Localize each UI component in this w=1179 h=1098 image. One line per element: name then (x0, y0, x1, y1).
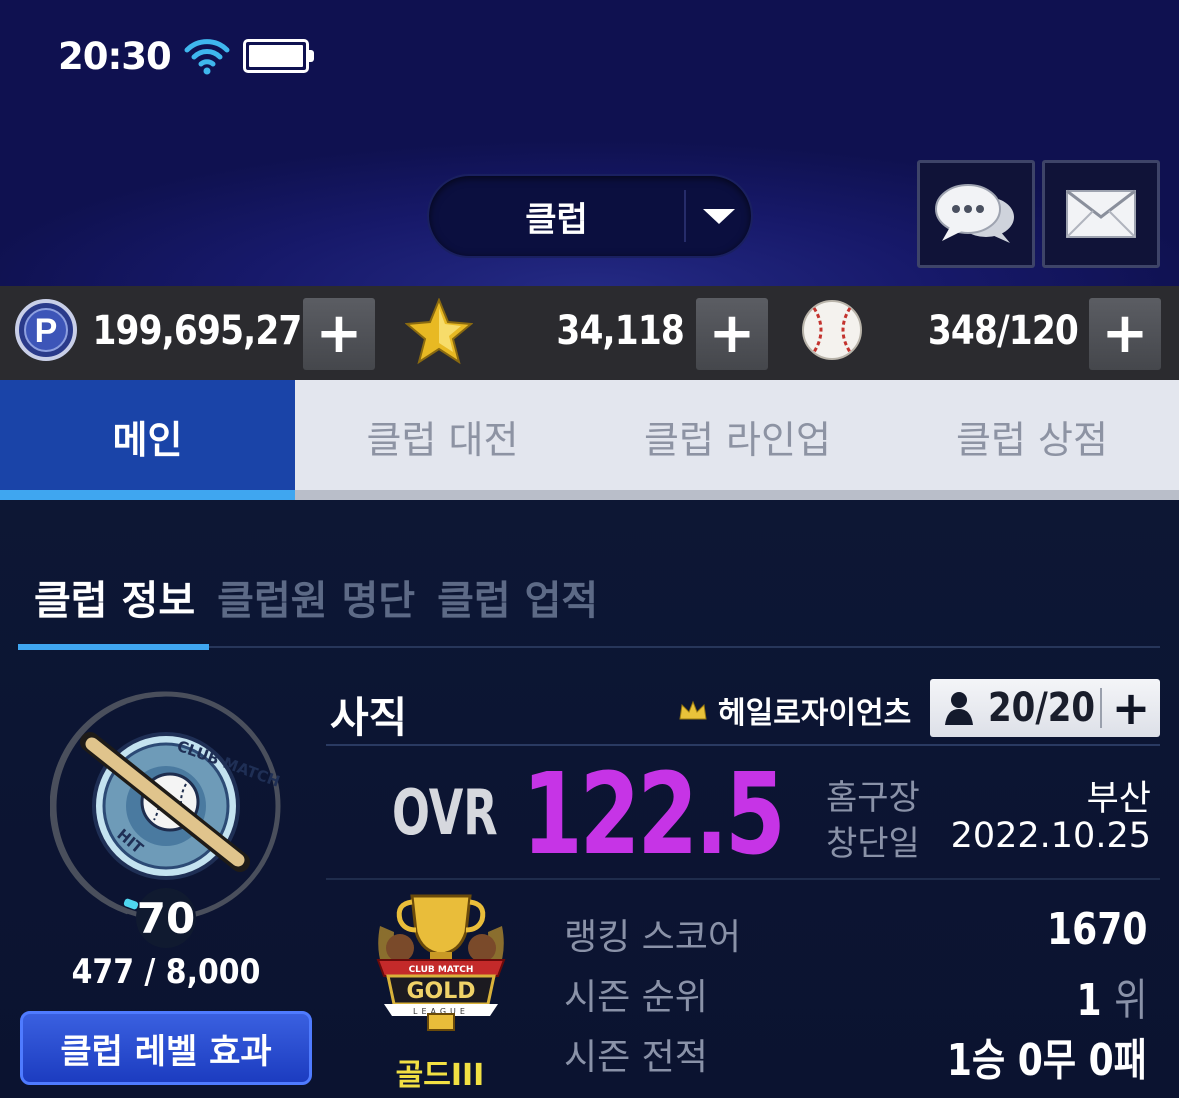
ovr-label: OVR (392, 776, 498, 849)
balls-value: 348/120 (927, 308, 1079, 354)
add-balls-button[interactable]: + (1089, 298, 1161, 370)
ranking-score-label: 랭킹 스코어 (564, 917, 742, 958)
ovr-value: 122.5 (522, 750, 786, 880)
founded-value: 2022.10.25 (950, 816, 1151, 856)
mail-button[interactable] (1042, 160, 1160, 268)
chat-icon (935, 184, 1014, 243)
subtab-member-list[interactable]: 클럽원 명단 (217, 568, 415, 626)
currency-bar: P 199,695,271 + 34,118 + 348/120 + (0, 286, 1179, 380)
main-tabs: 메인 클럽 대전 클럽 라인업 클럽 상점 (0, 380, 1179, 500)
club-exp: 477 / 8,000 (71, 952, 261, 992)
p-coin-icon: P (15, 299, 77, 361)
club-selector-dropdown[interactable]: 클럽 (427, 174, 753, 258)
club-info-panel: 클럽 정보 클럽원 명단 클럽 업적 CLUB MATCH HIT 70 477… (0, 500, 1179, 1098)
member-count-box: 20/20 + (930, 679, 1160, 737)
status-time: 20:30 (58, 34, 172, 78)
season-record-label: 시즌 전적 (564, 1037, 708, 1078)
top-header: 20:30 클럽 (0, 0, 1179, 286)
tab-club-shop[interactable]: 클럽 상점 (885, 380, 1179, 492)
points-value: 199,695,271 (92, 308, 325, 354)
home-stadium-label: 홈구장 (826, 778, 920, 818)
owner-name: 헤일로자이언츠 (718, 696, 912, 731)
member-count: 20/20 (988, 685, 1096, 731)
baseball-icon (802, 300, 862, 360)
season-rank-unit: 위 (1113, 975, 1147, 1026)
subtab-underline (18, 644, 1160, 650)
home-stadium-value: 부산 (1086, 779, 1151, 819)
ranking-score-number: 1670 (1046, 904, 1147, 955)
battery-icon (242, 39, 314, 73)
tab-main[interactable]: 메인 (0, 380, 295, 492)
stars-value: 34,118 (556, 308, 684, 354)
league-badge-main: GOLD (406, 979, 475, 1004)
svg-text:P: P (35, 312, 58, 350)
add-stars-button[interactable]: + (696, 298, 768, 370)
club-owner: 헤일로자이언츠 (678, 690, 912, 731)
gold-league-badge: CLUB MATCH GOLD LEAGUE (370, 886, 512, 1032)
chat-button[interactable] (917, 160, 1035, 268)
wifi-icon (184, 39, 230, 75)
add-member-button[interactable]: + (1102, 685, 1160, 731)
season-rank-label: 시즌 순위 (564, 977, 708, 1018)
tab-club-lineup[interactable]: 클럽 라인업 (590, 380, 885, 492)
founded-label: 창단일 (826, 824, 920, 864)
chevron-down-icon (686, 208, 751, 224)
tab-underline (0, 490, 1179, 500)
season-rank-number: 1 (1076, 975, 1102, 1026)
club-selector-label: 클럽 (525, 199, 588, 240)
add-points-button[interactable]: + (303, 298, 375, 370)
club-name: 사직 (330, 693, 408, 742)
person-icon (930, 690, 988, 726)
club-level-effect-button[interactable]: 클럽 레벨 효과 (20, 1011, 312, 1085)
star-icon (405, 298, 473, 365)
tab-club-battle[interactable]: 클럽 대전 (295, 380, 590, 492)
season-rank-value: 1 위 (1076, 964, 1147, 1028)
crown-icon (679, 700, 707, 720)
sub-tabs: 클럽 정보 클럽원 명단 클럽 업적 (34, 568, 598, 626)
subtab-club-achievements[interactable]: 클럽 업적 (437, 568, 598, 626)
divider (326, 878, 1160, 880)
league-badge-top: CLUB MATCH (409, 965, 474, 975)
mail-icon (1066, 189, 1136, 238)
league-name: 골드III (395, 1058, 485, 1093)
status-bar: 20:30 (58, 34, 314, 78)
season-record-value: 1승 0무 0패 (946, 1035, 1147, 1086)
subtab-club-info[interactable]: 클럽 정보 (34, 568, 195, 626)
divider (326, 744, 1160, 746)
ranking-score-value: 1670 (1047, 904, 1147, 955)
club-level: 70 (136, 888, 196, 948)
